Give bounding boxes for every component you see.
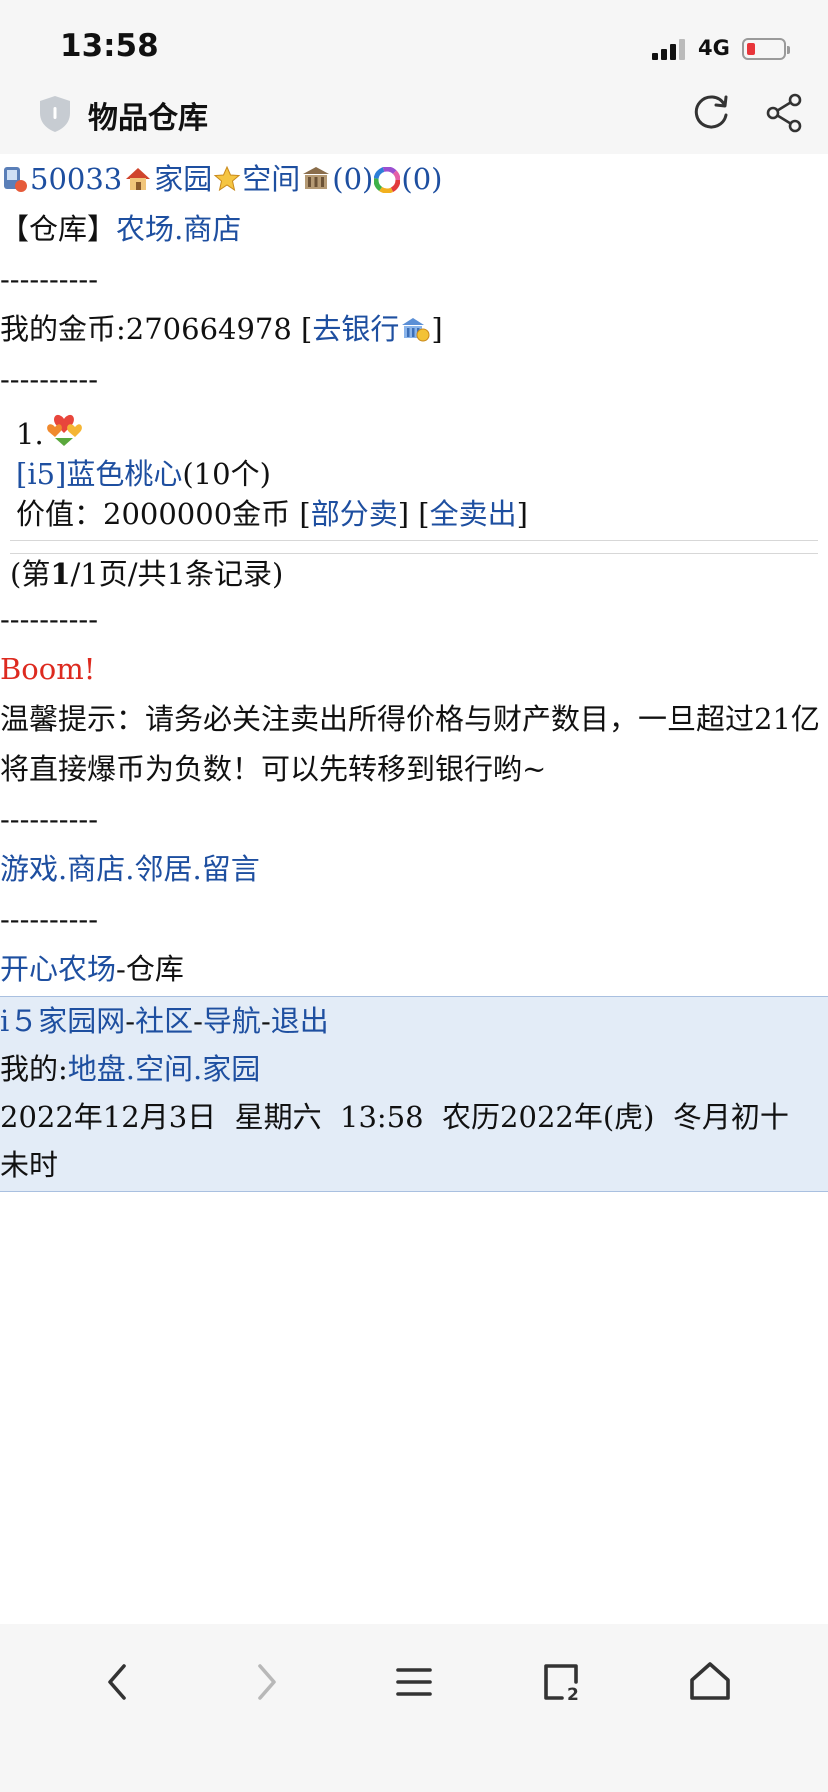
dot-separator: . — [58, 852, 68, 886]
divider-text: ---------- — [0, 802, 98, 836]
phone-user-icon — [4, 167, 27, 192]
games-link[interactable]: 游戏 — [0, 852, 58, 886]
current-page: 1 — [50, 557, 71, 591]
dash: - — [125, 1004, 136, 1038]
item-name-link[interactable]: [i5]蓝色桃心 — [16, 457, 182, 491]
item-index: 1. — [16, 417, 44, 451]
site-footer: i５家园网-社区-导航-退出 我的:地盘.空间.家园 2022年12月3日 星期… — [0, 996, 828, 1192]
land-link[interactable]: 地盘 — [68, 1052, 126, 1086]
divider-text: ---------- — [0, 262, 98, 296]
list-item: 1. [i5]蓝色桃心(10个) 价值：2000000金币 [部分卖] [全卖出… — [0, 404, 828, 534]
album-count-link[interactable]: (0) — [401, 162, 442, 196]
dot-separator: . — [192, 852, 202, 886]
bracket-end: ] — [516, 497, 528, 531]
message-count-link[interactable]: (0) — [332, 162, 373, 196]
shop-link-2[interactable]: 商店 — [67, 852, 125, 886]
farm-breadcrumb: 开心农场-仓库 — [0, 944, 828, 994]
section-header: 【仓库】农场.商店 — [0, 204, 828, 254]
forward-icon[interactable] — [236, 1652, 296, 1712]
battery-icon — [742, 38, 790, 60]
navigation-link[interactable]: 导航 — [203, 1004, 261, 1038]
home-icon[interactable] — [680, 1652, 740, 1712]
svg-text:2: 2 — [567, 1685, 579, 1705]
bracket-close: 】 — [87, 212, 117, 246]
house-icon — [126, 168, 151, 190]
dot-separator: . — [125, 1052, 136, 1086]
bottom-nav: 游戏.商店.邻居.留言 — [0, 844, 828, 894]
shield-icon[interactable] — [36, 94, 74, 134]
shop-link[interactable]: 商店 — [183, 212, 241, 246]
heart-flower-icon — [46, 414, 82, 446]
network-type: 4G — [698, 36, 730, 60]
mine-label: 我的: — [0, 1052, 68, 1086]
happy-farm-link[interactable]: 开心农场 — [0, 952, 116, 986]
status-bar: 13:58 4G — [0, 0, 828, 86]
footer-links: i５家园网-社区-导航-退出 — [0, 997, 828, 1045]
footer-space-link[interactable]: 空间 — [135, 1052, 193, 1086]
dash: - — [260, 1004, 271, 1038]
coins-close: ] — [431, 312, 443, 346]
farm-link[interactable]: 农场 — [116, 212, 174, 246]
section-title: 仓库 — [29, 212, 88, 246]
footer-mine: 我的:地盘.空间.家园 — [0, 1045, 828, 1093]
divider-text: ---------- — [0, 602, 98, 636]
bracket-sep: ] [ — [397, 497, 430, 531]
divider-text: ---------- — [0, 362, 98, 396]
go-bank-link[interactable]: 去银行 — [312, 312, 399, 346]
user-id-link[interactable]: 50033 — [30, 162, 122, 196]
pagination-prefix: (第 — [10, 557, 51, 591]
share-icon[interactable] — [764, 92, 804, 134]
reload-icon[interactable] — [690, 92, 732, 134]
status-time: 13:58 — [60, 28, 159, 64]
home-link[interactable]: 家园 — [154, 162, 212, 196]
boom-text: Boom! — [0, 652, 96, 686]
signal-icon — [652, 38, 688, 60]
item-quantity: (10个) — [182, 457, 271, 491]
breadcrumb-suffix: -仓库 — [116, 952, 184, 986]
dot-separator: . — [174, 212, 184, 246]
item-value: 价值：2000000金币 [ — [16, 497, 311, 531]
top-nav: 50033 家园 空间 (0) (0) — [0, 154, 828, 204]
coins-label: 我的金币:270664978 [ — [0, 312, 313, 346]
menu-icon[interactable] — [384, 1652, 444, 1712]
dash: - — [193, 1004, 203, 1038]
date-line: 2022年12月3日 星期六 13:58 农历2022年(虎) 冬月初十 未时 — [0, 1100, 808, 1182]
community-link[interactable]: 社区 — [135, 1004, 193, 1038]
space-link[interactable]: 空间 — [242, 162, 300, 196]
logout-link[interactable]: 退出 — [271, 1004, 329, 1038]
sell-part-link[interactable]: 部分卖 — [311, 497, 398, 531]
sell-all-link[interactable]: 全卖出 — [430, 497, 517, 531]
warning-text: 温馨提示：请务必关注卖出所得价格与财产数目，一旦超过21亿将直接爆币为负数！可以… — [0, 702, 820, 786]
dot-separator: . — [193, 1052, 203, 1086]
messages-link[interactable]: 留言 — [202, 852, 260, 886]
pagination: (第1/1页/共1条记录) — [0, 554, 828, 594]
browser-toolbar: 2 — [0, 1624, 828, 1792]
bracket-open: 【 — [0, 212, 30, 246]
browser-title-bar: 物品仓库 — [0, 86, 828, 154]
color-wheel-icon — [374, 167, 401, 193]
back-icon[interactable] — [88, 1652, 148, 1712]
page-content: 50033 家园 空间 (0) (0) 【仓库】农场.商店 ----------… — [0, 154, 828, 994]
bank-building-icon — [303, 167, 330, 189]
neighbors-link[interactable]: 邻居 — [134, 852, 192, 886]
pagination-suffix: /1页/共1条记录) — [70, 557, 284, 591]
footer-home-link[interactable]: 家园 — [202, 1052, 260, 1086]
site-home-link[interactable]: i５家园网 — [0, 1004, 125, 1038]
star-icon — [214, 165, 241, 192]
bank-coin-icon — [402, 318, 430, 342]
page-title: 物品仓库 — [88, 101, 208, 136]
coins-line: 我的金币:270664978 [去银行 ] — [0, 304, 828, 354]
divider-text: ---------- — [0, 902, 98, 936]
tabs-icon[interactable]: 2 — [532, 1652, 592, 1712]
divider-line — [10, 540, 818, 541]
